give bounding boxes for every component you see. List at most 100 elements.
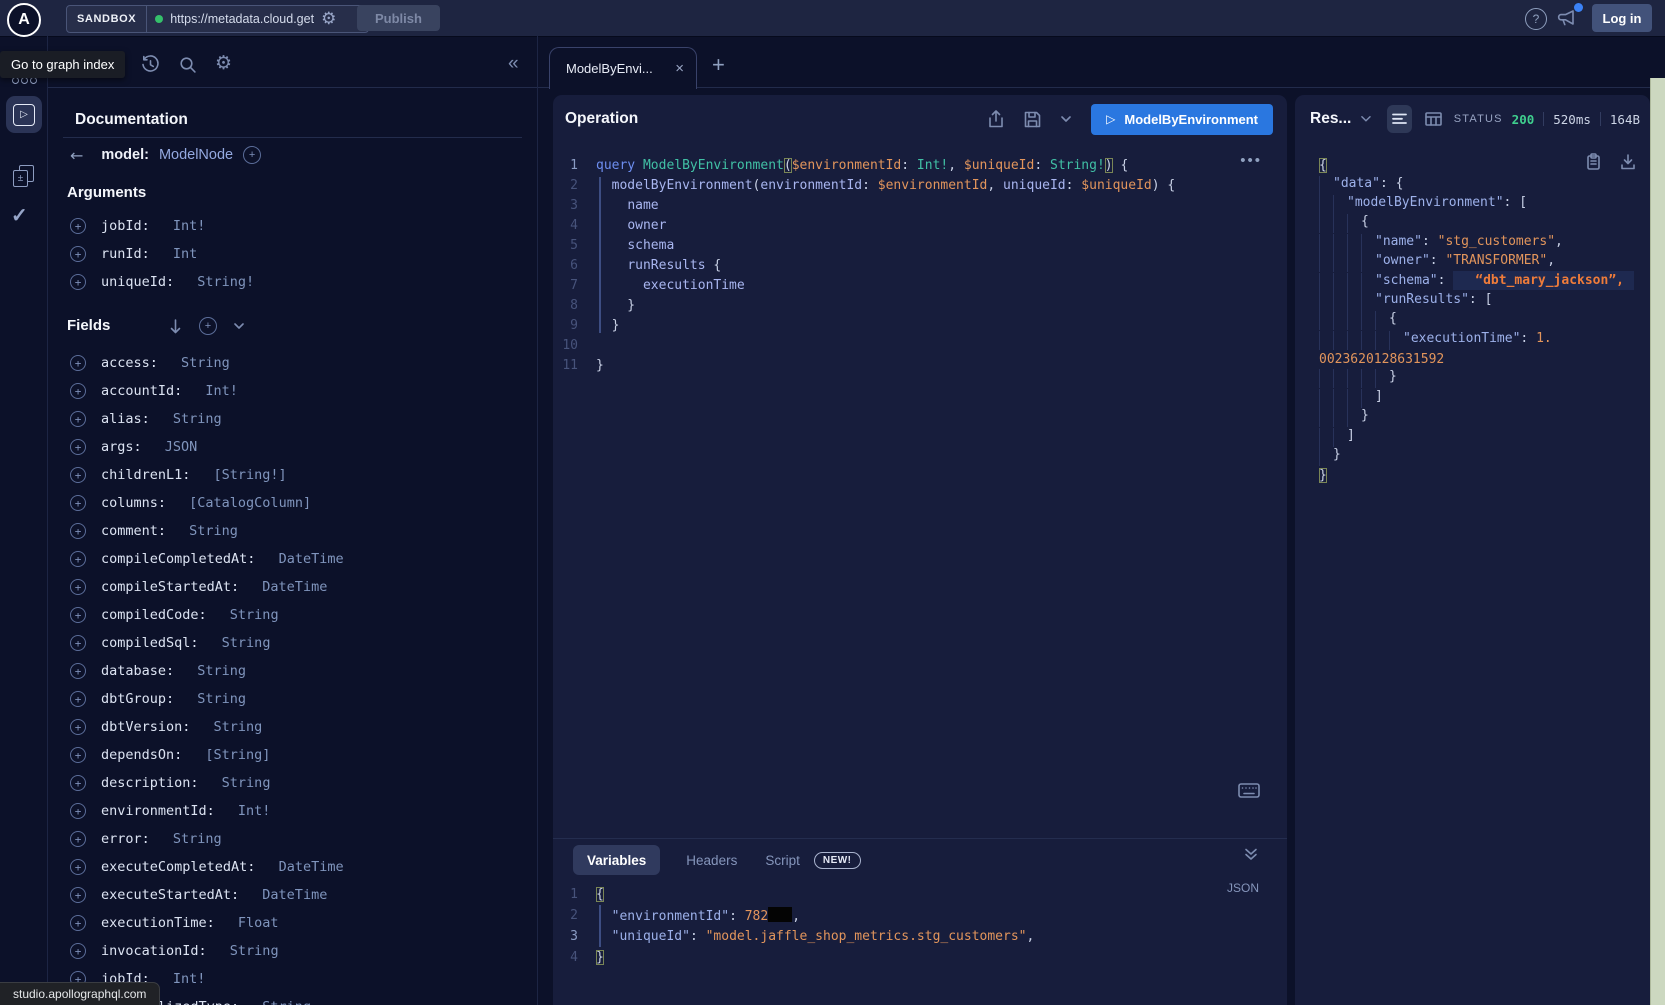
graph-icon[interactable] <box>21 77 28 84</box>
sidebar-item-explorer[interactable]: ▷ <box>6 96 42 133</box>
collapse-sidebar-icon[interactable]: « <box>508 53 519 75</box>
apollo-logo-icon[interactable]: A <box>7 3 41 37</box>
field-type[interactable]: String <box>222 943 279 959</box>
response-chevron-down-icon[interactable] <box>1361 115 1371 123</box>
history-icon[interactable] <box>141 55 160 74</box>
add-field-icon[interactable]: + <box>70 551 86 567</box>
field-type[interactable]: [CatalogColumn] <box>181 495 311 511</box>
share-icon[interactable] <box>988 110 1004 128</box>
field-type[interactable]: JSON <box>157 439 198 455</box>
keyboard-shortcuts-icon[interactable] <box>1238 783 1260 798</box>
new-tab-icon[interactable]: + <box>712 52 725 78</box>
help-icon[interactable]: ? <box>1525 8 1547 30</box>
add-field-icon[interactable]: + <box>70 467 86 483</box>
field-type[interactable]: String <box>254 999 311 1005</box>
add-field-icon[interactable]: + <box>70 943 86 959</box>
add-field-icon[interactable]: + <box>70 663 86 679</box>
field-type[interactable]: String <box>173 355 230 371</box>
field-type[interactable]: Float <box>230 915 279 931</box>
add-field-icon[interactable]: + <box>70 579 86 595</box>
indent-guide <box>1319 331 1333 350</box>
field-type[interactable]: String <box>165 411 222 427</box>
field-type[interactable]: DateTime <box>270 551 343 567</box>
save-chevron-down-icon[interactable] <box>1061 116 1071 123</box>
add-field-icon[interactable]: + <box>70 775 86 791</box>
model-type-link[interactable]: ModelNode <box>159 147 233 163</box>
argument-row: +uniqueId: String! <box>70 268 530 296</box>
tab-headers[interactable]: Headers <box>686 853 737 868</box>
response-text-view-button[interactable] <box>1387 105 1412 133</box>
sidebar-item-checks[interactable]: ✓ <box>11 203 28 228</box>
collapse-variables-icon[interactable] <box>1244 847 1258 861</box>
tab-script[interactable]: Script <box>765 853 800 868</box>
field-type[interactable]: String <box>214 635 271 651</box>
add-field-icon[interactable]: + <box>70 218 86 234</box>
field-type[interactable]: DateTime <box>254 887 327 903</box>
graph-icon[interactable] <box>12 77 19 84</box>
field-type[interactable]: String <box>222 607 279 623</box>
field-type[interactable]: Int! <box>230 803 271 819</box>
operation-editor[interactable]: 1query ModelByEnvironment($environmentId… <box>553 155 1287 375</box>
add-field-icon[interactable]: + <box>70 439 86 455</box>
add-field-icon[interactable]: + <box>70 915 86 931</box>
field-type[interactable]: Int! <box>197 383 238 399</box>
field-type[interactable]: String <box>205 719 262 735</box>
add-field-icon[interactable]: + <box>70 246 86 262</box>
field-type[interactable]: Int <box>165 246 198 262</box>
sandbox-badge[interactable]: SANDBOX <box>67 6 147 32</box>
indent-guide <box>1319 369 1333 388</box>
add-field-icon[interactable]: + <box>70 274 86 290</box>
endpoint-url[interactable]: https://metadata.cloud.get <box>170 12 314 26</box>
back-arrow-icon[interactable]: ← <box>70 146 83 165</box>
add-field-icon[interactable]: + <box>70 383 86 399</box>
graph-icon[interactable] <box>30 77 37 84</box>
login-button[interactable]: Log in <box>1592 4 1652 32</box>
save-icon[interactable] <box>1024 111 1041 128</box>
add-field-icon[interactable]: + <box>70 859 86 875</box>
add-field-icon[interactable]: + <box>70 803 86 819</box>
fields-chevron-down-icon[interactable] <box>234 323 244 330</box>
field-type[interactable]: Int! <box>165 218 206 234</box>
add-field-icon[interactable]: + <box>70 411 86 427</box>
add-field-icon[interactable]: + <box>70 523 86 539</box>
add-field-icon[interactable]: + <box>70 747 86 763</box>
field-type[interactable]: DateTime <box>270 859 343 875</box>
field-type[interactable]: String <box>189 663 246 679</box>
add-field-icon[interactable]: + <box>70 355 86 371</box>
field-name: dependsOn: <box>101 747 182 763</box>
app-window: A SANDBOX https://metadata.cloud.get ⚙ P… <box>0 0 1665 1005</box>
settings-gear-icon[interactable]: ⚙ <box>215 52 232 74</box>
field-type[interactable]: String <box>189 691 246 707</box>
field-type[interactable]: String! <box>189 274 254 290</box>
field-type[interactable]: Int! <box>165 971 206 987</box>
connection-settings-gear-icon[interactable]: ⚙ <box>321 11 336 28</box>
search-icon[interactable] <box>179 56 197 74</box>
field-type[interactable]: String <box>214 775 271 791</box>
add-field-icon[interactable]: + <box>70 719 86 735</box>
sort-down-icon[interactable] <box>169 319 182 334</box>
response-table-view-button[interactable] <box>1420 105 1445 133</box>
field-type[interactable]: [String] <box>197 747 270 763</box>
field-name: executeCompletedAt: <box>101 859 255 875</box>
field-type[interactable]: [String!] <box>205 467 286 483</box>
variables-editor[interactable]: 1{2 "environmentId": 782,3 "uniqueId": "… <box>553 884 1287 968</box>
tab-modelbyenvironment[interactable]: ModelByEnvi... × <box>549 47 697 89</box>
field-type[interactable]: String <box>181 523 238 539</box>
sidebar-item-collections[interactable]: ± <box>13 165 35 189</box>
add-field-icon[interactable]: + <box>70 635 86 651</box>
field-type[interactable]: String <box>165 831 222 847</box>
add-all-fields-icon[interactable]: + <box>243 146 261 164</box>
add-field-icon[interactable]: + <box>70 495 86 511</box>
tab-variables[interactable]: Variables <box>573 845 660 875</box>
tab-close-icon[interactable]: × <box>675 61 684 76</box>
add-fields-icon[interactable]: + <box>199 317 217 335</box>
add-field-icon[interactable]: + <box>70 607 86 623</box>
field-type[interactable]: DateTime <box>254 579 327 595</box>
add-field-icon[interactable]: + <box>70 887 86 903</box>
publish-button[interactable]: Publish <box>357 5 440 31</box>
argument-row: +jobId: Int! <box>70 212 530 240</box>
add-field-icon[interactable]: + <box>70 831 86 847</box>
add-field-icon[interactable]: + <box>70 691 86 707</box>
endpoint-url-box[interactable]: https://metadata.cloud.get ⚙ <box>147 6 368 32</box>
run-operation-button[interactable]: ▷ ModelByEnvironment <box>1091 104 1273 135</box>
